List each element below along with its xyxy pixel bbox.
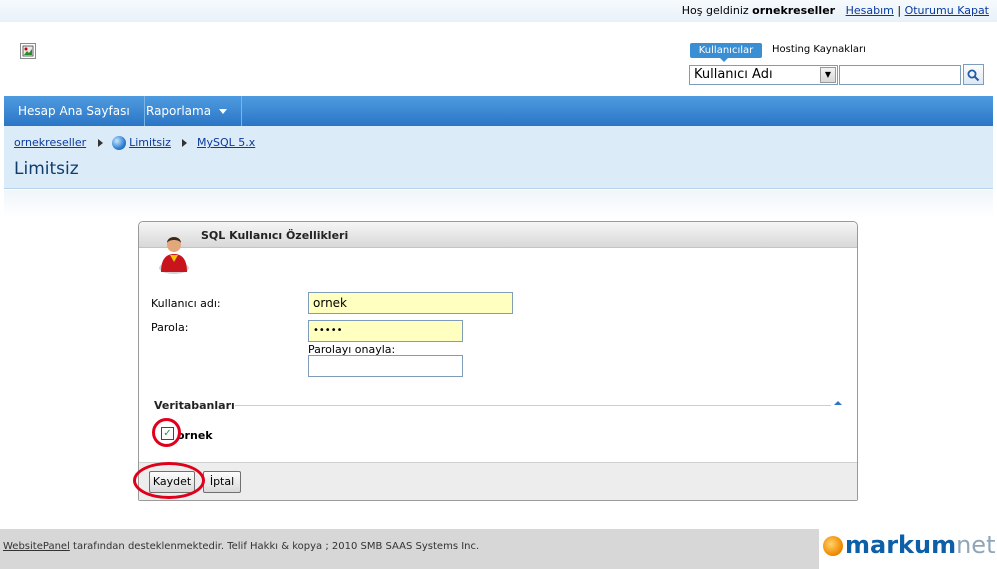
top-bar: Hoş geldiniz ornekreseller Hesabım | Otu… (0, 0, 997, 22)
websitepanel-link[interactable]: WebsitePanel (3, 541, 70, 552)
username-field[interactable]: ornek (308, 292, 513, 314)
chevron-down-icon[interactable]: ▼ (820, 67, 836, 83)
cancel-button[interactable]: İptal (203, 471, 241, 493)
database-label: ornek (177, 429, 213, 442)
search-input[interactable] (839, 65, 961, 85)
user-icon (159, 237, 189, 274)
collapse-icon[interactable] (834, 401, 842, 405)
separator: | (897, 4, 902, 17)
copyright-text: tarafından desteklenmektedir. Telif Hakk… (69, 541, 480, 552)
tab-users[interactable]: Kullanıcılar (690, 43, 762, 62)
breadcrumb-item-reseller[interactable]: ornekreseller (14, 136, 86, 149)
panel-footer (139, 462, 857, 500)
search-icon (967, 69, 980, 81)
username: ornekreseller (752, 4, 836, 17)
search-button[interactable] (963, 64, 984, 85)
search-type-value: Kullanıcı Adı (694, 67, 773, 82)
welcome-text: Hoş geldiniz (681, 4, 749, 17)
page-title: Limitsiz (14, 159, 79, 179)
breadcrumb-item-space[interactable]: Limitsiz (129, 136, 171, 149)
password-label: Parola: (151, 321, 189, 334)
chevron-right-icon (182, 139, 188, 147)
globe-icon (112, 136, 127, 150)
confirm-password-field[interactable] (308, 355, 463, 377)
breadcrumb-item-mysql[interactable]: MySQL 5.x (197, 136, 255, 149)
highlight-circle (152, 418, 181, 447)
footer-text: WebsitePanel tarafından desteklenmektedi… (3, 541, 479, 552)
panel-title: SQL Kullanıcı Özellikleri (201, 229, 349, 242)
brand-logo: markumnet (819, 529, 997, 569)
breadcrumb-area: ornekreseller Limitsiz MySQL 5.x Limitsi… (4, 126, 993, 189)
chevron-right-icon (97, 139, 103, 147)
content-band (4, 190, 993, 218)
welcome-area: Hoş geldiniz ornekreseller Hesabım | Otu… (682, 4, 989, 17)
tab-hosting-resources[interactable]: Hosting Kaynakları (772, 44, 866, 55)
breadcrumb: ornekreseller Limitsiz MySQL 5.x (14, 136, 255, 150)
databases-section-title: Veritabanları (154, 399, 235, 412)
globe-icon (823, 536, 843, 556)
search-type-select[interactable]: Kullanıcı Adı ▼ (689, 65, 838, 85)
main-nav: Hesap Ana Sayfası Raporlama (4, 96, 993, 126)
logout-link[interactable]: Oturumu Kapat (905, 4, 989, 17)
chevron-down-icon (219, 109, 228, 114)
password-field[interactable]: ••••• (308, 320, 463, 342)
brand-text: markumnet (845, 531, 996, 559)
section-divider (235, 405, 831, 406)
nav-reports[interactable]: Raporlama (132, 96, 243, 126)
nav-account-home[interactable]: Hesap Ana Sayfası (4, 96, 145, 126)
highlight-circle (133, 462, 205, 499)
broken-image-icon (20, 43, 36, 59)
account-link[interactable]: Hesabım (846, 4, 894, 17)
username-label: Kullanıcı adı: (151, 297, 221, 310)
sql-user-panel: SQL Kullanıcı Özellikleri Kullanıcı adı:… (133, 221, 858, 501)
